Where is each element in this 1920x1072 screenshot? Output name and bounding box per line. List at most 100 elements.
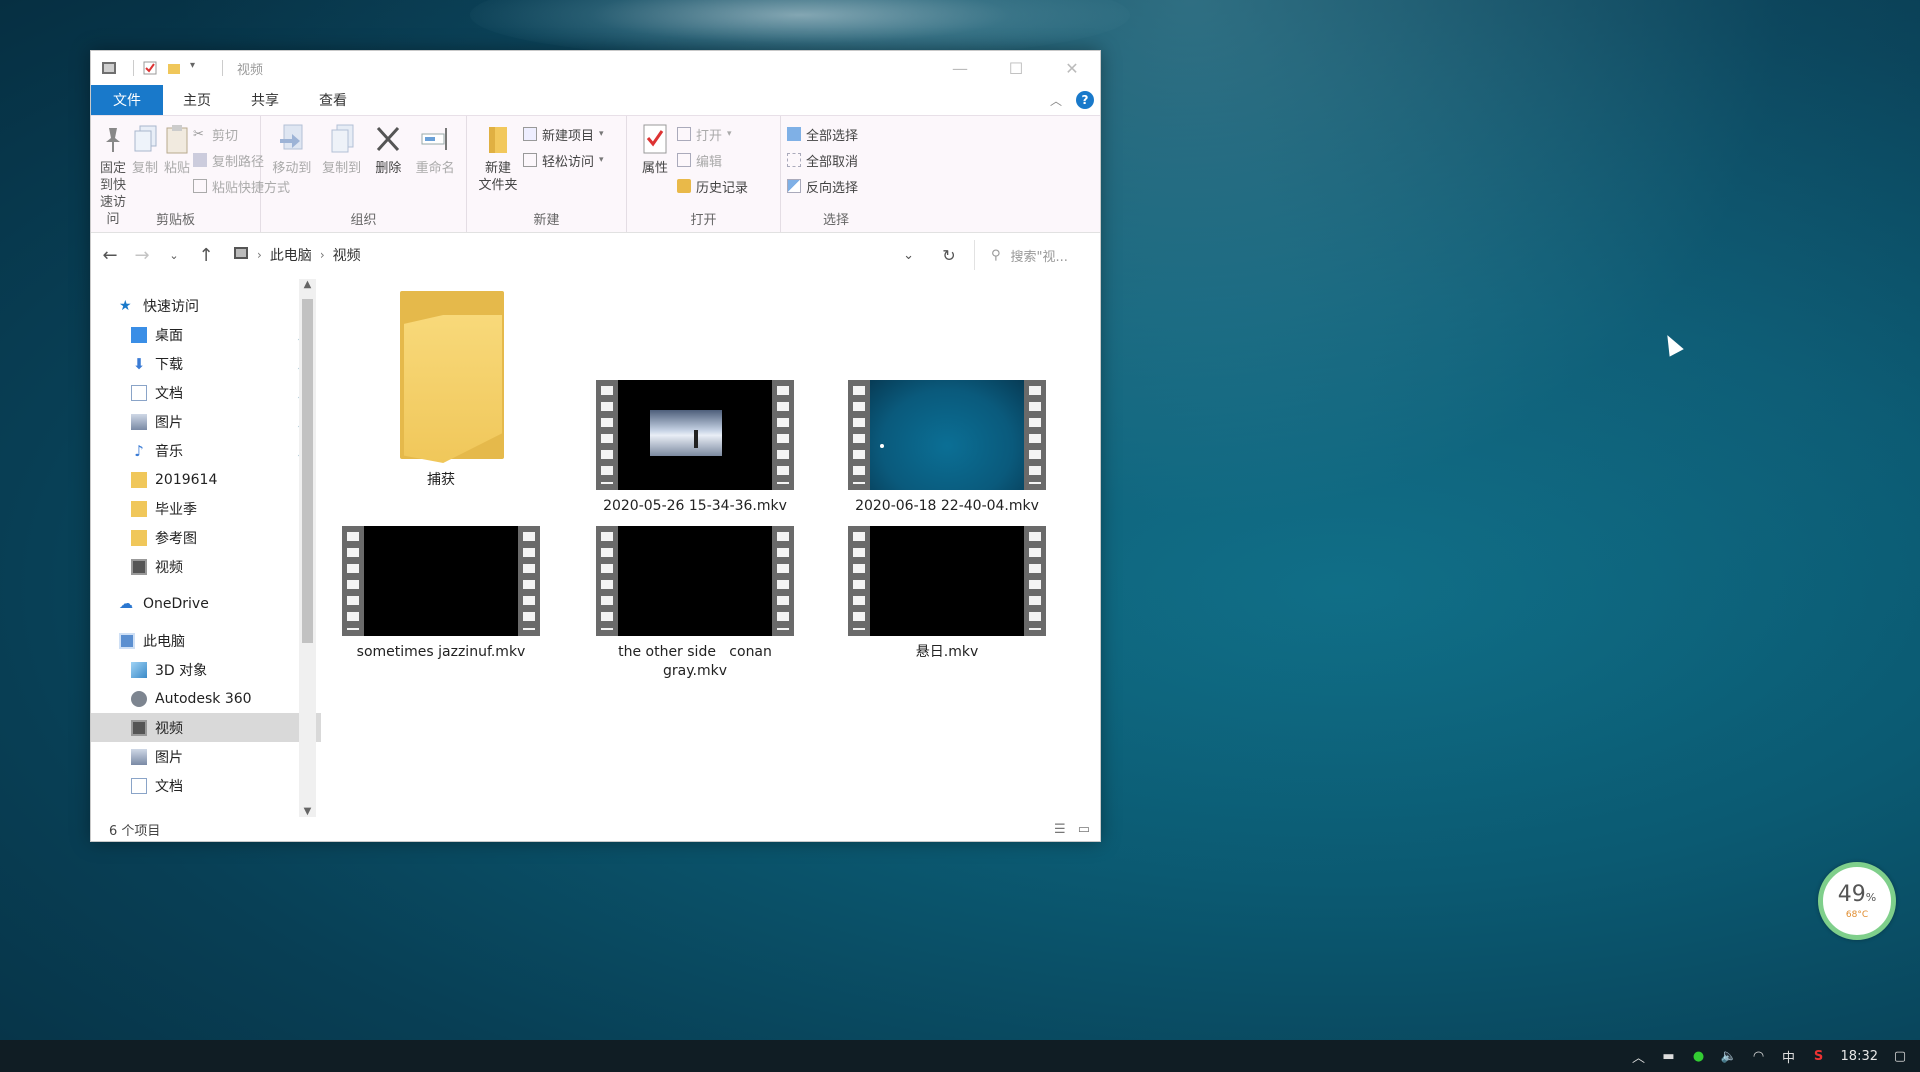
new-item-button[interactable]: 新建项目 ▾ bbox=[523, 124, 604, 144]
move-to-icon bbox=[276, 122, 308, 156]
scroll-up-icon[interactable]: ▲ bbox=[299, 279, 316, 290]
cloud-icon: ☁ bbox=[119, 595, 133, 612]
address-dropdown-icon[interactable]: ⌄ bbox=[903, 248, 924, 263]
system-monitor-widget[interactable]: 49% 68°C bbox=[1818, 862, 1896, 940]
view-toggle: ☰ ▭ bbox=[1054, 822, 1100, 837]
edit-button[interactable]: 编辑 bbox=[677, 150, 748, 170]
details-view-icon[interactable]: ☰ bbox=[1054, 822, 1066, 837]
nav-item-pictures[interactable]: 图片 bbox=[91, 742, 321, 771]
forward-button[interactable]: → bbox=[131, 245, 153, 266]
pictures-icon bbox=[131, 748, 147, 765]
volume-icon[interactable]: 🔈 bbox=[1720, 1048, 1736, 1064]
recent-locations-button[interactable]: ⌄ bbox=[163, 249, 185, 262]
nav-item-desktop[interactable]: 桌面 📌 bbox=[91, 320, 321, 349]
nav-item-videos[interactable]: 视频 bbox=[91, 552, 321, 581]
notification-center-icon[interactable]: ▢ bbox=[1892, 1048, 1908, 1064]
customize-quick-access-icon[interactable]: ▾ bbox=[190, 60, 206, 76]
star-icon: ★ bbox=[119, 297, 132, 314]
easy-access-icon bbox=[523, 153, 537, 167]
select-none-button[interactable]: 全部取消 bbox=[787, 150, 858, 170]
nav-onedrive-label: OneDrive bbox=[143, 595, 209, 612]
file-item-folder[interactable]: 捕获 bbox=[341, 287, 541, 490]
nav-item-documents[interactable]: 文档 bbox=[91, 771, 321, 800]
file-item-video[interactable]: the other side conan gray.mkv bbox=[595, 525, 795, 681]
back-button[interactable]: ← bbox=[99, 245, 121, 266]
select-none-label: 全部取消 bbox=[806, 154, 859, 170]
select-all-label: 全部选择 bbox=[806, 128, 859, 144]
properties-quick-icon[interactable] bbox=[142, 60, 158, 76]
tab-file[interactable]: 文件 bbox=[91, 85, 163, 115]
collapse-ribbon-icon[interactable]: ︿ bbox=[1050, 92, 1062, 109]
up-button[interactable]: ↑ bbox=[195, 245, 217, 266]
clock-time[interactable]: 18:32 bbox=[1841, 1049, 1878, 1064]
nav-this-pc[interactable]: 此电脑 bbox=[91, 626, 321, 655]
nav-item-label: 3D 对象 bbox=[155, 662, 208, 679]
maximize-button[interactable]: ☐ bbox=[988, 51, 1044, 85]
nav-quick-access[interactable]: ★ 快速访问 bbox=[91, 291, 321, 320]
open-dropdown-icon: ▾ bbox=[727, 129, 732, 139]
nav-item-folder[interactable]: 参考图 bbox=[91, 523, 321, 552]
file-item-video[interactable]: sometimes jazzinuf.mkv bbox=[341, 525, 541, 662]
easy-access-button[interactable]: 轻松访问 ▾ bbox=[523, 150, 604, 170]
new-group-label: 新建 bbox=[533, 213, 560, 228]
nav-item-label: 下载 bbox=[155, 356, 183, 373]
security-shield-icon[interactable]: ● bbox=[1691, 1048, 1707, 1064]
nav-item-label: 文档 bbox=[155, 778, 183, 795]
navigation-pane: ★ 快速访问 桌面 📌 ⬇ 下载 📌 文档 📌 bbox=[91, 279, 321, 817]
sogou-input-icon[interactable]: S bbox=[1811, 1048, 1827, 1064]
wifi-icon[interactable]: ◠ bbox=[1751, 1048, 1767, 1064]
minimize-button[interactable]: — bbox=[932, 51, 988, 85]
nav-item-videos[interactable]: 视频 bbox=[91, 713, 321, 742]
explorer-content: ★ 快速访问 桌面 📌 ⬇ 下载 📌 文档 📌 bbox=[91, 279, 1100, 817]
open-button[interactable]: 打开 ▾ bbox=[677, 124, 748, 144]
nav-item-autodesk[interactable]: Autodesk 360 bbox=[91, 684, 321, 713]
search-input[interactable]: ⚲ 搜索"视... bbox=[974, 240, 1092, 270]
title-bar[interactable]: ▾ 视频 — ☐ ✕ bbox=[91, 51, 1100, 85]
video-icon bbox=[131, 558, 147, 575]
document-icon bbox=[131, 777, 147, 794]
ribbon-group-organize: 移动到 复制到 删除 重命名 组织 bbox=[261, 116, 467, 232]
history-label: 历史记录 bbox=[696, 180, 749, 196]
nav-item-folder[interactable]: 2019614 bbox=[91, 465, 321, 494]
input-method-indicator[interactable]: 中 bbox=[1781, 1048, 1797, 1066]
tab-share[interactable]: 共享 bbox=[231, 85, 299, 115]
film-strip-icon bbox=[596, 526, 794, 636]
tab-view[interactable]: 查看 bbox=[299, 85, 367, 115]
invert-selection-button[interactable]: 反向选择 bbox=[787, 176, 858, 196]
nav-quick-access-label: 快速访问 bbox=[143, 298, 199, 315]
open-group-label: 打开 bbox=[690, 213, 717, 228]
close-button[interactable]: ✕ bbox=[1044, 51, 1100, 85]
refresh-button[interactable]: ↻ bbox=[934, 246, 964, 265]
large-icons-view-icon[interactable]: ▭ bbox=[1078, 822, 1090, 837]
nav-item-pictures[interactable]: 图片 📌 bbox=[91, 407, 321, 436]
history-button[interactable]: 历史记录 bbox=[677, 176, 748, 196]
video-library-icon bbox=[233, 245, 249, 265]
nav-scrollbar[interactable]: ▲ ▼ bbox=[299, 279, 316, 817]
video-thumbnail bbox=[595, 525, 795, 637]
status-bar: 6 个项目 ☰ ▭ bbox=[91, 817, 1100, 841]
nav-item-downloads[interactable]: ⬇ 下载 📌 bbox=[91, 349, 321, 378]
drive-icon[interactable]: ▬ bbox=[1661, 1048, 1677, 1064]
select-all-button[interactable]: 全部选择 bbox=[787, 124, 858, 144]
file-item-video[interactable]: 悬日.mkv bbox=[847, 525, 1047, 662]
open-label: 打开 bbox=[696, 128, 723, 144]
help-icon[interactable]: ? bbox=[1076, 91, 1094, 109]
file-item-video[interactable]: 2020-06-18 22-40-04.mkv bbox=[847, 379, 1047, 516]
nav-item-documents[interactable]: 文档 📌 bbox=[91, 378, 321, 407]
file-item-video[interactable]: 2020-05-26 15-34-36.mkv bbox=[595, 379, 795, 516]
nav-item-music[interactable]: ♪ 音乐 📌 bbox=[91, 436, 321, 465]
nav-item-label: 音乐 bbox=[155, 443, 183, 460]
breadcrumb[interactable]: › 此电脑 › 视频 ⌄ bbox=[227, 240, 924, 270]
new-folder-quick-icon[interactable] bbox=[166, 60, 182, 76]
nav-onedrive[interactable]: ☁ OneDrive bbox=[91, 589, 321, 618]
nav-item-3d-objects[interactable]: 3D 对象 bbox=[91, 655, 321, 684]
cube-icon bbox=[131, 661, 147, 678]
scroll-thumb[interactable] bbox=[302, 299, 313, 643]
tab-home[interactable]: 主页 bbox=[163, 85, 231, 115]
nav-item-folder[interactable]: 毕业季 bbox=[91, 494, 321, 523]
breadcrumb-this-pc[interactable]: 此电脑 bbox=[270, 245, 312, 265]
scroll-down-icon[interactable]: ▼ bbox=[299, 806, 316, 817]
breadcrumb-videos[interactable]: 视频 bbox=[333, 245, 361, 265]
show-hidden-icons-icon[interactable]: ︿ bbox=[1631, 1048, 1647, 1066]
video-thumbnail bbox=[595, 379, 795, 491]
